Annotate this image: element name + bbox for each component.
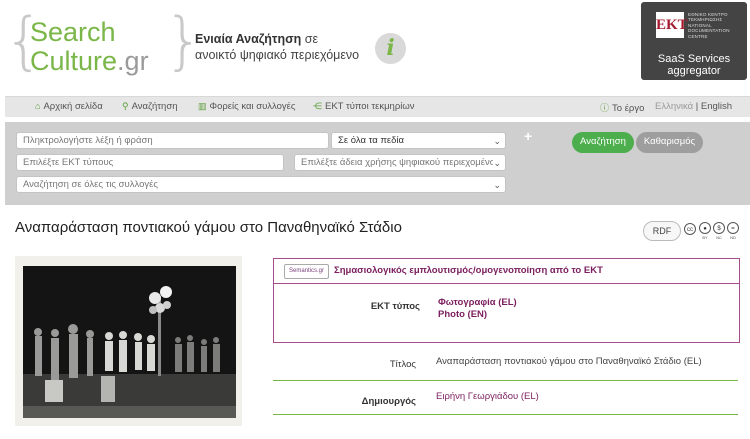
search-field-select[interactable]: Σε όλα τα πεδία ⌄ <box>331 132 506 149</box>
record-photo[interactable] <box>15 256 242 426</box>
cc-nc-icon: $ <box>713 222 725 234</box>
ekt-logo-box[interactable]: EKT ΕΘΝΙΚΟ ΚΕΝΤΡΟ ΤΕΚΜΗΡΙΩΣΗΣ NATIONAL D… <box>641 2 747 80</box>
nav-ekt-types[interactable]: ⋲ ΕΚΤ τύποι τεκμηρίων <box>313 101 415 112</box>
field-divider <box>273 380 738 381</box>
nav-search-label: Αναζήτηση <box>131 101 178 112</box>
chevron-down-icon: ⌄ <box>493 180 501 190</box>
lang-el[interactable]: Ελληνικά <box>655 101 693 112</box>
ekt-type-label: ΕΚΤ τύπος <box>370 301 420 312</box>
cc-icon: cc <box>684 223 696 235</box>
institution-icon: ▥ <box>198 101 207 111</box>
ekt-types-select[interactable]: Επιλέξτε ΕΚΤ τύπους <box>16 154 284 171</box>
ekt-mark-icon: EKT <box>656 12 688 38</box>
info-icon[interactable]: i <box>375 33 406 64</box>
ekt-services-label: SaaS Services <box>657 53 731 65</box>
nav-home[interactable]: ⌂ Αρχική σελίδα <box>35 101 103 112</box>
nav-about[interactable]: ⓘ Το έργο <box>600 101 644 114</box>
rdf-button[interactable]: RDF <box>643 221 681 241</box>
search-button[interactable]: Αναζήτηση <box>572 132 634 153</box>
title-field-value: Αναπαράσταση ποντιακού γάμου στο Παναθην… <box>436 356 702 367</box>
site-tagline: Ενιαία Αναζήτηση σε ανοικτό ψηφιακό περι… <box>195 31 359 63</box>
logo-gr-suffix: .gr <box>117 46 149 76</box>
logo-culture-text: Culture <box>30 46 118 76</box>
add-criterion-button[interactable]: + <box>524 128 532 144</box>
page-title: Αναπαράσταση ποντιακού γάμου στο Παναθην… <box>15 219 402 236</box>
chevron-down-icon: ⌄ <box>493 136 501 146</box>
semantic-enrichment-panel: Semantics.gr Σημασιολογικός εμπλουτισμός… <box>273 258 740 343</box>
info-circle-icon: ⓘ <box>600 103 610 113</box>
creator-field-value[interactable]: Ειρήνη Γεωργιάδου (EL) <box>436 391 539 402</box>
creator-field-label: Δημιουργός <box>361 396 416 407</box>
lang-separator: | <box>695 101 699 112</box>
ekt-type-value-en[interactable]: Photo (EN) <box>438 309 487 320</box>
nav-about-label: Το έργο <box>612 103 645 114</box>
main-nav: ⌂ Αρχική σελίδα ⚲ Αναζήτηση ▥ Φορείς και συ… <box>5 96 750 117</box>
tagline-bold: Ενιαία Αναζήτηση <box>195 32 302 46</box>
language-switch: Ελληνικά | English <box>655 101 732 112</box>
photo-image <box>15 256 242 426</box>
chevron-down-icon: ⌄ <box>493 155 501 170</box>
tagline-line2: ανοικτό ψηφιακό περιεχόμενο <box>195 48 360 62</box>
cc-by-icon: ● <box>699 222 711 234</box>
lang-en[interactable]: English <box>701 101 732 112</box>
tree-icon: ⋲ <box>313 101 322 111</box>
semantic-panel-header: Semantics.gr Σημασιολογικός εμπλουτισμός… <box>274 259 739 284</box>
nav-search[interactable]: ⚲ Αναζήτηση <box>122 101 177 112</box>
title-field-label: Τίτλος <box>389 359 416 370</box>
search-input[interactable]: Πληκτρολογήστε λέξη ή φράση <box>16 132 329 149</box>
logo-line-culture: Culture.gr <box>30 47 149 75</box>
cc-by-label: BY <box>702 235 708 240</box>
nav-institutions[interactable]: ▥ Φορείς και συλλογές <box>198 101 295 112</box>
clear-button[interactable]: Καθαρισμός <box>636 132 703 153</box>
license-select[interactable]: Επιλέξτε άδεια χρήσης ψηφιακού περιεχομέ… <box>294 154 506 171</box>
ekt-aggregator-label: aggregator <box>667 65 721 77</box>
nav-institutions-label: Φορείς και συλλογές <box>209 101 296 112</box>
field-divider <box>273 414 738 415</box>
tagline-rest: σε <box>301 32 319 46</box>
home-icon: ⌂ <box>35 101 41 111</box>
ekt-org-text: ΕΘΝΙΚΟ ΚΕΝΤΡΟ ΤΕΚΜΗΡΙΩΣΗΣ NATIONAL DOCUM… <box>688 12 744 39</box>
cc-nd-icon: = <box>727 222 739 234</box>
ekt-type-value-el[interactable]: Φωτογραφία (EL) <box>438 297 517 308</box>
semantic-panel-title: Σημασιολογικός εμπλουτισμός/ομογενοποίησ… <box>334 265 603 276</box>
search-icon: ⚲ <box>122 101 129 111</box>
cc-nc-label: NC <box>716 235 722 240</box>
ekt-line5: CENTRE <box>688 33 708 39</box>
nav-home-label: Αρχική σελίδα <box>43 101 103 112</box>
logo-line-search: Search <box>30 17 116 47</box>
cc-nd-label: ND <box>730 235 736 240</box>
collections-select[interactable]: Αναζήτηση σε όλες τις συλλογές ⌄ <box>16 176 506 193</box>
nav-ekt-types-label: ΕΚΤ τύποι τεκμηρίων <box>325 101 415 112</box>
license-select-placeholder: Επιλέξτε άδεια χρήσης ψηφιακού περιεχομέ… <box>301 157 501 168</box>
semantics-gr-badge[interactable]: Semantics.gr <box>284 264 329 279</box>
license-badges[interactable]: cc ● BY $ NC = ND <box>684 221 742 243</box>
collections-select-placeholder: Αναζήτηση σε όλες τις συλλογές <box>23 179 158 190</box>
search-field-select-value: Σε όλα τα πεδία <box>338 135 405 146</box>
